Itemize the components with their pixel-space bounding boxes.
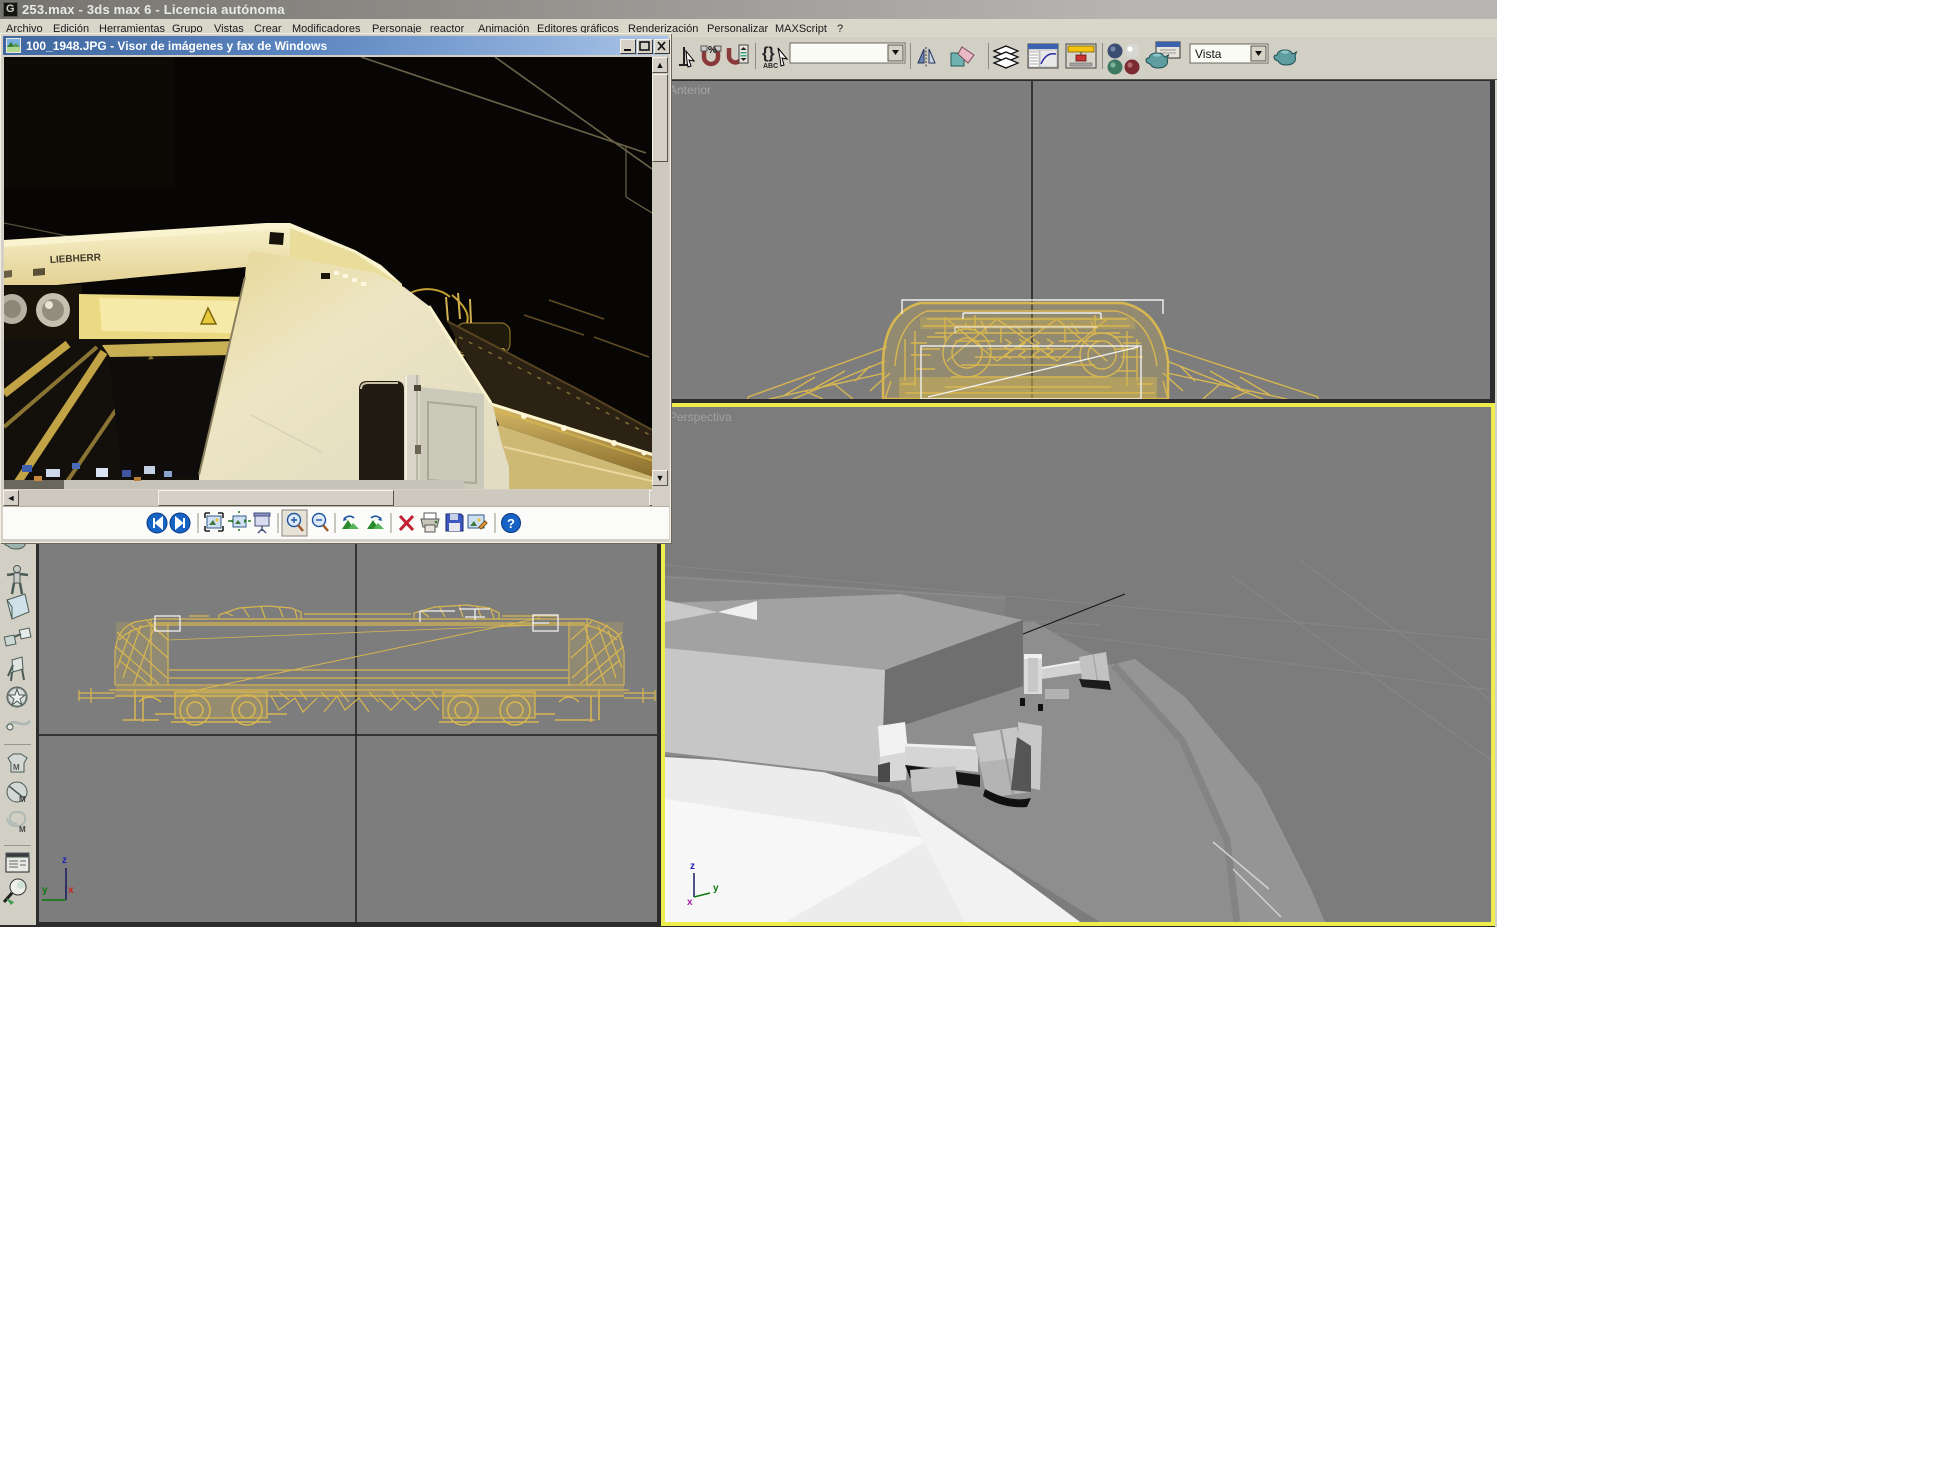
svg-text:y: y [713, 883, 719, 894]
svg-text:ABC: ABC [763, 63, 778, 70]
svg-text:x: x [687, 897, 693, 908]
svg-text:y: y [42, 885, 48, 896]
svg-text:?: ? [507, 516, 515, 531]
svg-text:z: z [62, 855, 67, 866]
svg-text:%: % [708, 45, 717, 56]
svg-text:{}: {} [762, 45, 774, 62]
svg-text:z: z [690, 861, 695, 872]
svg-text:M: M [19, 795, 26, 804]
svg-text:Perspectiva: Perspectiva [669, 410, 732, 424]
svg-text:M: M [13, 763, 20, 772]
svg-text:Anterior: Anterior [669, 83, 711, 97]
svg-text:x: x [68, 885, 74, 896]
svg-text:M: M [19, 825, 26, 834]
svg-text:Vista: Vista [1195, 47, 1222, 61]
